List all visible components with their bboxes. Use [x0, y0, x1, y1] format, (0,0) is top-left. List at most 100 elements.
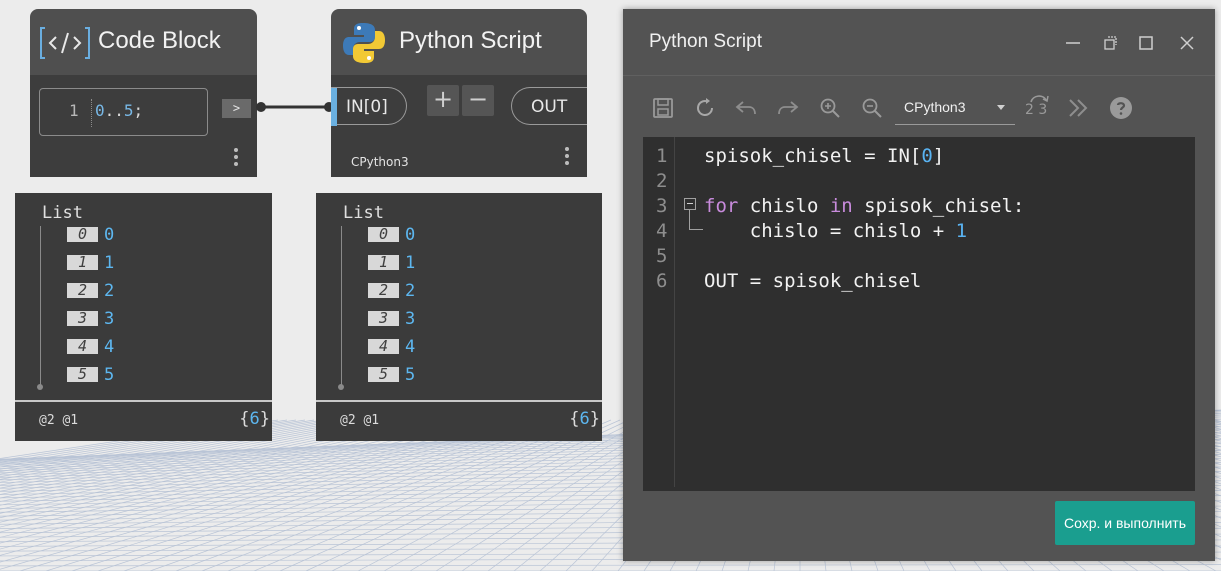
preview-divider: [316, 400, 602, 402]
list-item-index: 3: [368, 311, 399, 326]
list-item-index: 5: [67, 367, 98, 382]
engine-select[interactable]: CPython3: [895, 90, 1015, 125]
list-item-index: 2: [368, 283, 399, 298]
python-script-node[interactable]: Python Script IN[0] + − OUT CPython3: [331, 9, 587, 177]
list-item-index: 4: [368, 339, 399, 354]
preview-count: {6}: [239, 409, 270, 429]
close-icon[interactable]: [1175, 31, 1199, 55]
preview-tree-end: [37, 384, 43, 390]
undo-icon[interactable]: [734, 96, 758, 120]
python-node-menu-icon[interactable]: [565, 147, 569, 168]
code-number: 1: [955, 220, 968, 242]
code-number: 0: [921, 145, 933, 167]
code-line-1: spisok_chisel = IN[0]: [704, 145, 944, 167]
engine-select-value: CPython3: [904, 99, 966, 115]
line-number: 1: [656, 145, 668, 167]
python-node-body: IN[0] + − OUT CPython3: [331, 75, 587, 177]
add-input-button[interactable]: +: [427, 85, 459, 116]
count-brace-open: {: [239, 409, 250, 429]
python-preview: List 00 11 22 33 44 55 @2 @1 {6}: [316, 193, 602, 441]
code-editor[interactable]: 1 2 3 4 5 6 spisok_chisel = IN[0] for ch…: [643, 137, 1195, 491]
redo-icon[interactable]: [776, 96, 800, 120]
line-number: 4: [656, 220, 668, 242]
code-range-dots: ..: [104, 101, 124, 120]
code-block-preview: List 00 11 22 33 44 55 @2 @1 {6}: [15, 193, 272, 441]
fold-toggle-icon[interactable]: [684, 198, 696, 210]
reset-icon[interactable]: [693, 96, 717, 120]
fold-guide: [689, 210, 690, 229]
code-block-icon: [40, 27, 90, 59]
code-block-output-port[interactable]: >: [222, 99, 251, 118]
line-number: 6: [656, 270, 668, 292]
editor-toolbar: CPython3 2 3: [623, 76, 1215, 136]
migration-icon[interactable]: 2 3: [1025, 92, 1055, 122]
list-item-value: 2: [405, 281, 416, 301]
count-value: 6: [579, 409, 590, 429]
line-number: 2: [656, 170, 668, 192]
zoom-out-icon[interactable]: [860, 96, 884, 120]
code-block-title: Code Block: [98, 27, 221, 54]
preview-tree-line: [341, 226, 342, 386]
list-item-index: 1: [67, 255, 98, 270]
save-icon[interactable]: [651, 96, 675, 120]
code-keyword: for: [704, 195, 739, 217]
list-item-value: 0: [405, 225, 416, 245]
list-item-value: 0: [104, 225, 115, 245]
editor-title-bar[interactable]: Python Script: [623, 9, 1215, 76]
more-icon[interactable]: [1066, 96, 1090, 120]
line-number: 3: [656, 195, 668, 217]
code-line-4: chislo = chislo + 1: [704, 220, 967, 242]
python-engine-label: CPython3: [351, 155, 409, 169]
list-item-index: 5: [368, 367, 399, 382]
list-item-value: 3: [104, 309, 115, 329]
code-block-body: 1 0..5; >: [30, 75, 257, 177]
code-block-header[interactable]: Code Block: [30, 9, 257, 75]
preview-list-label: List: [42, 203, 83, 223]
list-item-value: 4: [104, 337, 115, 357]
code-block-editor[interactable]: 1 0..5;: [39, 88, 208, 136]
code-token: spisok_chisel:: [852, 195, 1025, 217]
code-token: spisok_chisel = IN[: [704, 145, 922, 167]
code-keyword: in: [829, 195, 853, 217]
help-icon[interactable]: [1109, 96, 1133, 120]
migration-label: 2 3: [1025, 102, 1048, 118]
output-port-label: OUT: [531, 97, 568, 117]
code-token: chislo: [738, 195, 830, 217]
code-token: ]: [932, 145, 945, 167]
connector-wire[interactable]: [255, 96, 335, 118]
input-port-in0[interactable]: IN[0]: [331, 87, 407, 126]
preview-levels: @2 @1: [39, 413, 79, 428]
count-brace-open: {: [569, 409, 580, 429]
list-item-index: 4: [67, 339, 98, 354]
count-value: 6: [249, 409, 260, 429]
code-token: OUT = spisok_chisel: [704, 270, 922, 292]
list-item-index: 0: [67, 227, 98, 242]
preview-divider: [15, 400, 272, 402]
remove-input-button[interactable]: −: [462, 85, 494, 116]
preview-levels: @2 @1: [340, 413, 380, 428]
output-port-out[interactable]: OUT: [511, 87, 587, 125]
code-block-node[interactable]: Code Block 1 0..5; >: [30, 9, 257, 177]
zoom-in-icon[interactable]: [818, 96, 842, 120]
dock-icon[interactable]: [1098, 31, 1122, 55]
maximize-icon[interactable]: [1134, 31, 1158, 55]
list-item-index: 1: [368, 255, 399, 270]
python-node-title: Python Script: [399, 27, 542, 54]
code-block-text[interactable]: 0..5;: [95, 101, 143, 120]
code-line-6: OUT = spisok_chisel: [704, 270, 921, 292]
list-item-index: 0: [368, 227, 399, 242]
python-node-header[interactable]: Python Script: [331, 9, 587, 75]
python-logo-icon: [343, 23, 385, 63]
preview-list-label: List: [343, 203, 384, 223]
gutter-divider: [674, 137, 675, 487]
code-block-menu-icon[interactable]: [234, 148, 238, 169]
line-number: 5: [656, 245, 668, 267]
save-and-run-button[interactable]: Сохр. и выполнить: [1055, 501, 1195, 545]
list-item-value: 5: [104, 365, 115, 385]
list-item-index: 3: [67, 311, 98, 326]
code-line-3: for chislo in spisok_chisel:: [704, 195, 1024, 217]
python-editor-window[interactable]: Python Script CPython3 2 3 1 2 3 4 5 6 s…: [623, 9, 1215, 561]
chevron-down-icon: [997, 105, 1005, 110]
editor-title: Python Script: [649, 31, 762, 52]
minimize-icon[interactable]: [1061, 31, 1085, 55]
